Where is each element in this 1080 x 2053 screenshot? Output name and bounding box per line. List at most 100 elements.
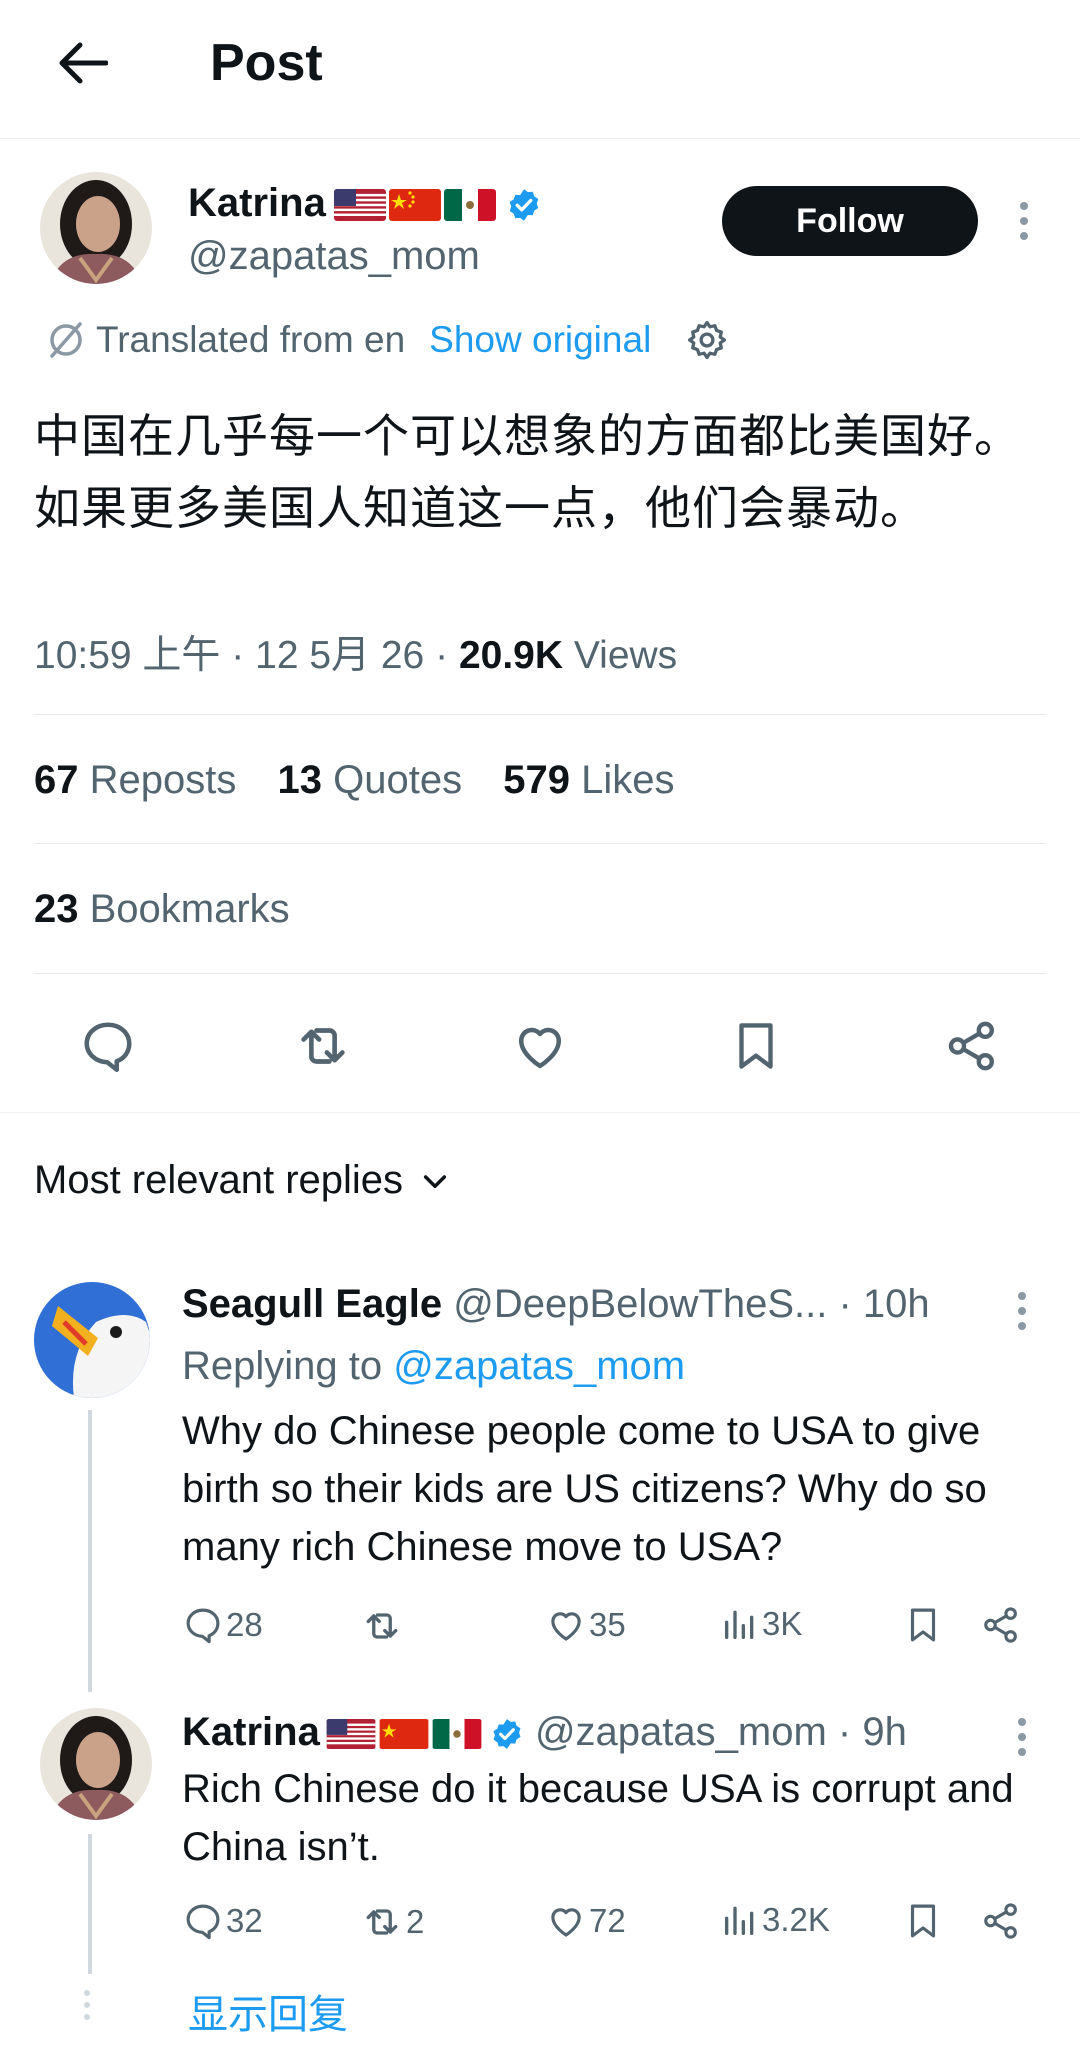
- bookmark-icon: [739, 1023, 773, 1069]
- share-icon: [948, 1021, 994, 1071]
- author-avatar[interactable]: [40, 172, 152, 284]
- reposts-stat[interactable]: 67 Reposts: [34, 758, 236, 802]
- reply-header: Katrina @zapatas_mom · 9h: [182, 1706, 992, 1758]
- quotes-label: Quotes: [333, 758, 463, 802]
- flag-emojis: [333, 189, 496, 222]
- reply-like-button[interactable]: 35: [545, 1604, 626, 1646]
- replying-to-label: Replying to: [182, 1344, 383, 1388]
- reply-text: Rich Chinese do it because USA is corrup…: [182, 1767, 1014, 1869]
- mexico-flag-icon: [443, 189, 496, 222]
- divider: [34, 973, 1046, 974]
- reply-author-name[interactable]: Katrina: [182, 1710, 320, 1754]
- reposts-count: 67: [34, 758, 79, 802]
- reply-author-handle[interactable]: @zapatas_mom: [535, 1710, 827, 1754]
- reply-avatar[interactable]: [34, 1282, 150, 1398]
- reply-views-button[interactable]: 3K: [720, 1604, 802, 1644]
- reply-reply-button[interactable]: 28: [182, 1604, 263, 1646]
- like-button[interactable]: [504, 1010, 576, 1082]
- reply-author-handle[interactable]: @DeepBelowTheS...: [453, 1282, 827, 1326]
- post-date[interactable]: 12 5月 26: [255, 634, 424, 677]
- bookmarks-label: Bookmarks: [89, 887, 290, 931]
- verified-badge-icon: [506, 187, 542, 223]
- reply-bookmark-button[interactable]: [902, 1900, 944, 1942]
- replies-sort-label: Most relevant replies: [34, 1158, 404, 1202]
- bookmark-icon: [910, 1904, 936, 1938]
- share-icon: [984, 1903, 1017, 1939]
- share-button[interactable]: [936, 1010, 1008, 1082]
- section-divider: [0, 1112, 1080, 1113]
- engagement-stats: 67 Reposts 13 Quotes 579 Likes: [34, 758, 674, 803]
- meta-separator: ·: [231, 634, 245, 677]
- repost-count: 2: [406, 1903, 425, 1940]
- quotes-stat[interactable]: 13 Quotes: [278, 758, 463, 802]
- likes-count: 579: [503, 758, 570, 802]
- china-flag-icon: [388, 189, 441, 222]
- quotes-count: 13: [277, 758, 323, 802]
- reply-count: 32: [226, 1902, 263, 1939]
- author-handle[interactable]: @zapatas_mom: [188, 234, 480, 279]
- post-meta: 10:59 上午 · 12 5月 26 · 20.9K Views: [34, 624, 677, 680]
- china-flag-icon: [379, 1719, 429, 1750]
- views-label: Views: [573, 634, 678, 677]
- translation-row: Translated from en Show original: [46, 318, 729, 362]
- meta-separator: ·: [435, 634, 449, 677]
- reply-like-button[interactable]: 72: [545, 1900, 626, 1942]
- replying-to-handle[interactable]: @zapatas_mom: [393, 1344, 685, 1388]
- repost-icon: [366, 1909, 398, 1935]
- views-count: 3.2K: [762, 1901, 830, 1938]
- repost-icon: [301, 1028, 345, 1064]
- like-icon: [551, 1612, 581, 1641]
- reply-more-button[interactable]: [1012, 1292, 1032, 1330]
- reply-views-button[interactable]: 3.2K: [720, 1900, 830, 1940]
- reply-bookmark-button[interactable]: [902, 1604, 944, 1646]
- back-arrow-icon: [59, 42, 108, 84]
- us-flag-icon: [326, 1719, 376, 1750]
- repost-button[interactable]: [287, 1010, 359, 1082]
- thread-line: [88, 1834, 92, 1974]
- divider: [34, 843, 1046, 844]
- views-count: 3K: [762, 1605, 803, 1642]
- views-icon: [725, 1610, 754, 1639]
- reply-share-button[interactable]: [980, 1604, 1022, 1646]
- bookmarks-stat[interactable]: 23 Bookmarks: [34, 887, 290, 932]
- back-button[interactable]: [50, 30, 116, 96]
- us-flag-icon: [333, 189, 386, 222]
- reply-icon: [186, 1608, 220, 1644]
- views-icon: [725, 1906, 754, 1935]
- reply-text: Why do Chinese people come to USA to giv…: [182, 1409, 987, 1569]
- show-original-link[interactable]: Show original: [429, 319, 651, 361]
- settings-gear-icon[interactable]: [685, 318, 729, 362]
- reply-author-name[interactable]: Seagull Eagle: [182, 1282, 442, 1326]
- post-text: 中国在几乎每一个可以想象的方面都比美国好。如果更多美国人知道这一点，他们会暴动。: [34, 410, 1021, 534]
- post-time[interactable]: 10:59 上午: [34, 634, 220, 677]
- mexico-flag-icon: [432, 1719, 482, 1750]
- bookmark-icon: [910, 1608, 936, 1642]
- top-bar: Post: [0, 0, 1080, 139]
- reply-more-button[interactable]: [1012, 1718, 1032, 1756]
- reply-button[interactable]: [72, 1010, 144, 1082]
- flag-emojis: [326, 1719, 482, 1750]
- reply-repost-button[interactable]: [360, 1604, 406, 1648]
- reply-icon: [84, 1022, 132, 1072]
- reply-share-button[interactable]: [980, 1900, 1022, 1942]
- show-replies-link[interactable]: 显示回复: [188, 1982, 348, 2040]
- reply-icon: [186, 1904, 220, 1940]
- reply-avatar[interactable]: [40, 1708, 152, 1820]
- more-options-button[interactable]: [1014, 202, 1034, 240]
- bookmark-button[interactable]: [720, 1010, 792, 1082]
- replies-sort-dropdown[interactable]: Most relevant replies: [34, 1158, 451, 1203]
- views-count: 20.9K: [458, 634, 564, 677]
- reply-time[interactable]: · 9h: [838, 1710, 907, 1754]
- follow-button[interactable]: Follow: [722, 186, 978, 256]
- reply-reply-button[interactable]: 32: [182, 1900, 263, 1942]
- more-dots: [84, 1990, 90, 2020]
- share-icon: [984, 1607, 1017, 1643]
- author-name[interactable]: Katrina: [188, 181, 326, 225]
- translated-from-label: Translated from en: [96, 319, 406, 360]
- like-count: 72: [589, 1902, 626, 1939]
- reply-repost-button[interactable]: 2: [360, 1900, 424, 1944]
- reply-header: Seagull Eagle @DeepBelowTheS... · 10h: [182, 1278, 982, 1330]
- reply-count: 28: [226, 1606, 263, 1643]
- likes-stat[interactable]: 579 Likes: [503, 758, 674, 802]
- reply-time[interactable]: · 10h: [838, 1282, 929, 1326]
